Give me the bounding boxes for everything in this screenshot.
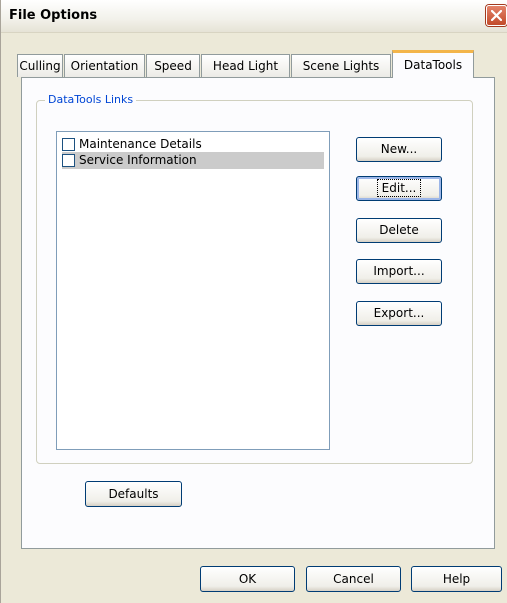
checkbox[interactable]	[62, 138, 75, 151]
delete-button-label: Delete	[379, 223, 419, 237]
close-button[interactable]	[486, 5, 507, 26]
export-button[interactable]: Export...	[356, 301, 442, 326]
file-options-dialog: File Options Culling Orientation Speed H…	[0, 0, 507, 603]
defaults-button[interactable]: Defaults	[85, 481, 182, 507]
title-bar[interactable]: File Options	[1, 0, 507, 33]
close-icon	[491, 10, 502, 21]
defaults-button-label: Defaults	[108, 487, 159, 501]
cancel-button[interactable]: Cancel	[306, 566, 401, 592]
ok-button[interactable]: OK	[200, 566, 295, 592]
import-button-label: Import...	[373, 264, 425, 278]
new-button-label: New...	[380, 142, 418, 156]
tab-orientation[interactable]: Orientation	[64, 54, 145, 77]
cancel-button-label: Cancel	[333, 572, 374, 586]
list-item-label: Service Information	[79, 153, 197, 167]
list-item-service-information[interactable]: Service Information	[62, 152, 324, 169]
list-item-label: Maintenance Details	[79, 137, 202, 151]
export-button-label: Export...	[373, 306, 425, 320]
tab-datatools[interactable]: DataTools	[392, 50, 474, 78]
checkbox[interactable]	[62, 154, 75, 167]
group-label: DataTools Links	[45, 93, 137, 106]
tab-scene-lights[interactable]: Scene Lights	[291, 54, 391, 77]
edit-button[interactable]: Edit...	[356, 176, 442, 201]
window-title: File Options	[9, 8, 98, 23]
help-button[interactable]: Help	[411, 566, 502, 592]
ok-button-label: OK	[238, 572, 257, 586]
list-item-maintenance-details[interactable]: Maintenance Details	[62, 136, 324, 153]
delete-button[interactable]: Delete	[356, 218, 442, 243]
help-button-label: Help	[442, 572, 471, 586]
datatools-links-list[interactable]: Maintenance Details Service Information	[56, 131, 330, 450]
tab-head-light[interactable]: Head Light	[201, 54, 290, 77]
tab-speed[interactable]: Speed	[146, 54, 200, 77]
edit-button-label: Edit...	[376, 179, 422, 197]
new-button[interactable]: New...	[356, 137, 442, 162]
tab-culling[interactable]: Culling	[17, 54, 63, 77]
import-button[interactable]: Import...	[356, 259, 442, 284]
